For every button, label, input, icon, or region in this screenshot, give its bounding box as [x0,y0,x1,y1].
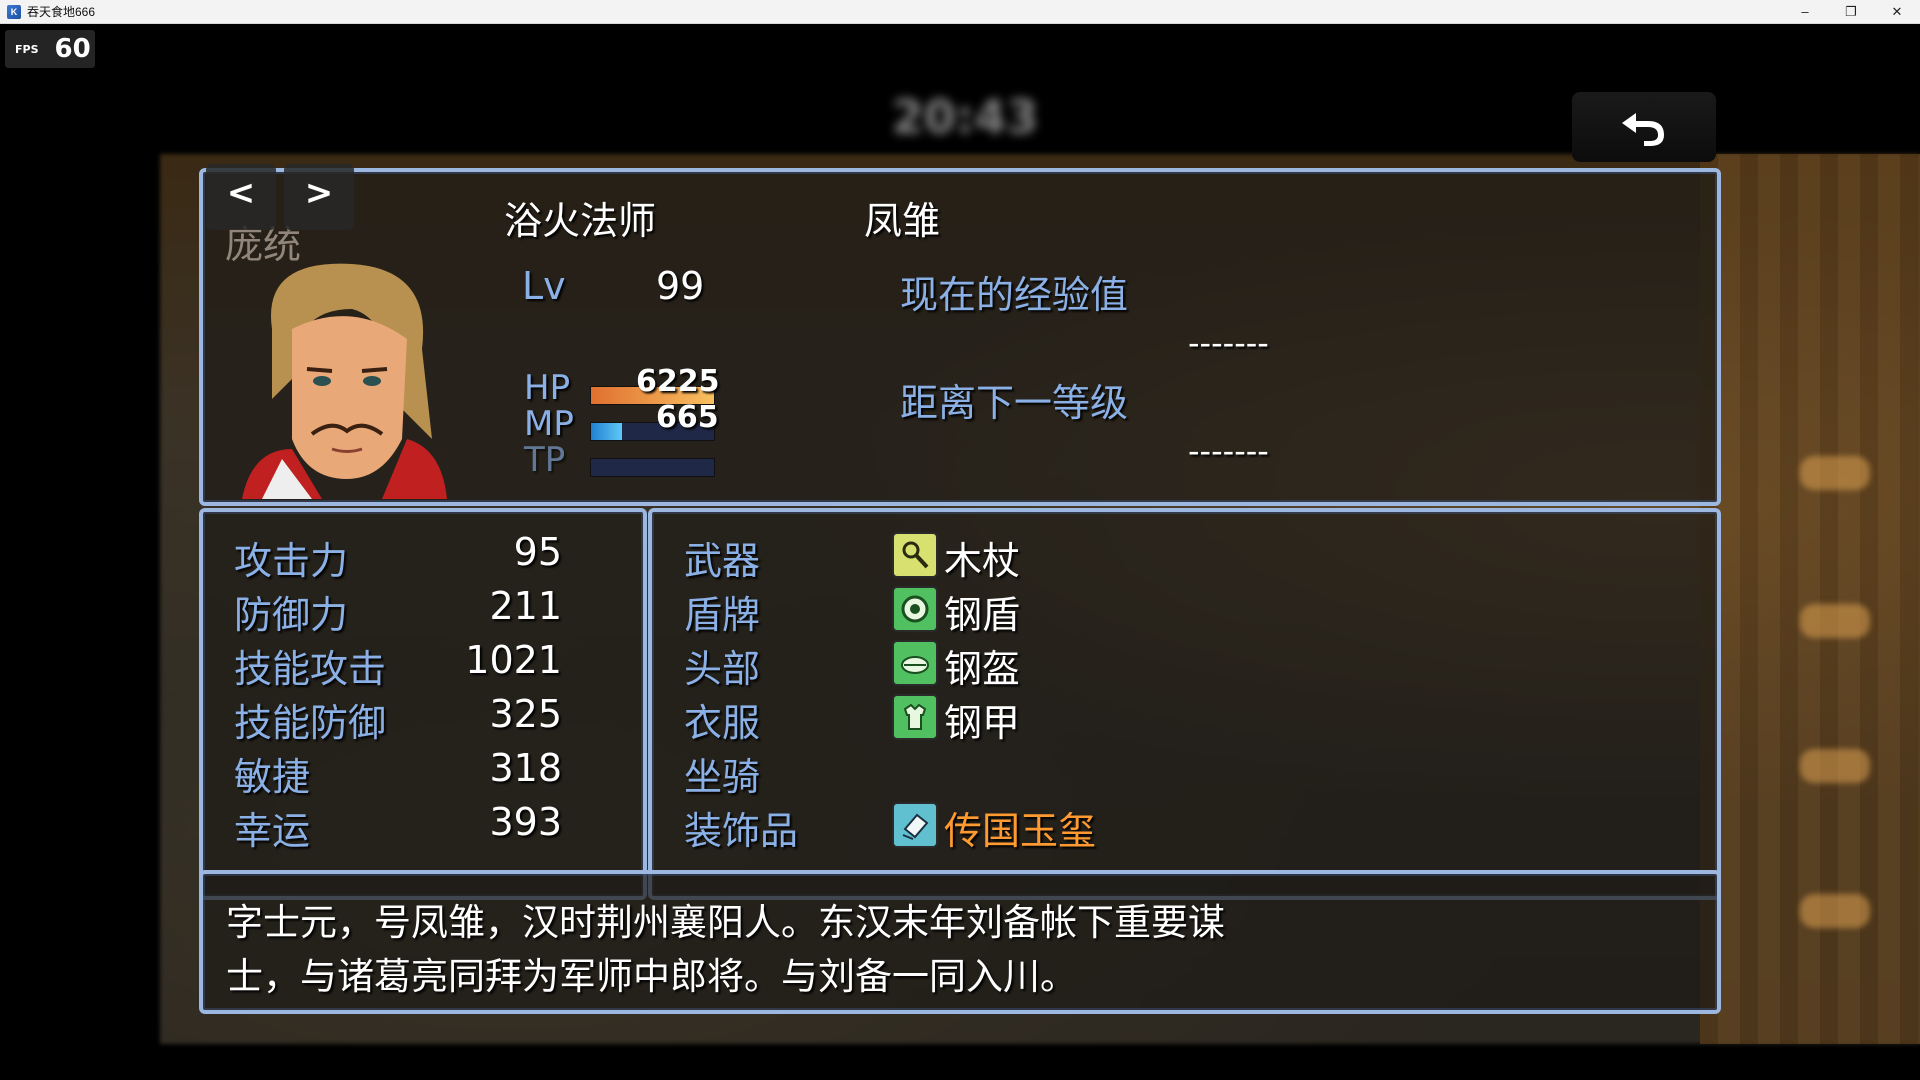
next-actor-button[interactable]: > [284,164,354,230]
param-value: 325 [489,692,562,736]
current-exp-value: ------- [1188,324,1269,362]
param-value: 211 [489,584,562,628]
current-exp-label: 现在的经验值 [900,273,1129,317]
blurred-lantern [1800,456,1870,490]
minimize-button[interactable]: – [1782,0,1828,23]
param-label: 技能防御 [234,701,387,745]
window-title: 吞天食地666 [27,5,96,19]
equip-slot-label: 盾牌 [684,593,761,637]
blurred-lantern [1800,749,1870,783]
fps-label: FPS [15,42,39,56]
app-icon: K [7,4,21,19]
armor-icon [892,694,938,740]
actor-nickname: 凤雏 [864,199,941,243]
param-value: 318 [489,746,562,790]
close-button[interactable]: ✕ [1874,0,1920,23]
param-value: 1021 [465,638,562,682]
param-label: 攻击力 [234,539,349,583]
blurred-lantern [1800,894,1870,928]
blurred-lantern [1800,604,1870,638]
param-value: 95 [513,530,562,574]
mp-gauge-fill [591,423,622,440]
next-level-label: 距离下一等级 [900,381,1129,425]
param-label: 防御力 [234,593,349,637]
equip-item-name[interactable]: 钢甲 [944,692,1020,747]
equip-slot-label: 坐骑 [684,755,761,799]
profile-line-2: 士，与诸葛亮同拜为军师中郎将。与刘备一同入川。 [226,955,1077,998]
hp-value: 6225 [636,364,720,399]
helmet-icon [892,640,938,686]
actor-face-portrait [242,263,447,499]
equip-slot-label: 装饰品 [684,809,799,853]
equipment-panel [648,508,1721,900]
fps-value: 60 [54,34,91,64]
tp-label: TP [524,440,566,480]
seal-icon [892,802,938,848]
equip-item-name[interactable]: 传国玉玺 [944,800,1096,855]
profile-line-1: 字士元，号凤雏，汉时荆州襄阳人。东汉末年刘备帐下重要谋 [226,901,1225,944]
param-label: 技能攻击 [234,647,387,691]
staff-icon [892,532,938,578]
equip-item-name[interactable]: 钢盔 [944,638,1020,693]
prev-actor-button[interactable]: < [206,164,276,230]
tp-gauge [590,458,715,477]
shield-icon [892,586,938,632]
param-label: 敏捷 [234,755,311,799]
window-controls: – ❐ ✕ [1782,0,1920,23]
restore-button[interactable]: ❐ [1828,0,1874,23]
window-titlebar: K 吞天食地666 – ❐ ✕ [0,0,1920,24]
equip-slot-label: 衣服 [684,701,761,745]
game-clock: 20:43 [891,90,1039,144]
equip-item-name[interactable]: 钢盾 [944,584,1020,639]
equip-slot-label: 头部 [684,647,761,691]
hp-label: HP [524,368,571,408]
param-value: 393 [489,800,562,844]
param-label: 幸运 [234,809,311,853]
mp-value: 665 [656,400,719,435]
equip-slot-label: 武器 [684,539,761,583]
equip-item-name[interactable]: 木杖 [944,530,1020,585]
level-value: 99 [656,264,705,308]
level-label: Lv [522,264,566,308]
mp-label: MP [524,404,574,444]
back-arrow-icon [1622,113,1664,146]
fps-counter: FPS 60 [5,30,95,68]
game-canvas: FPS 60 20:43 庞统 < > 浴火法师 凤雏 Lv 99 现在的经验值… [0,24,1920,1080]
equip-empty-slot[interactable] [944,746,1344,792]
back-button[interactable] [1572,92,1716,162]
actor-class: 浴火法师 [504,199,657,243]
next-level-value: ------- [1188,432,1269,470]
